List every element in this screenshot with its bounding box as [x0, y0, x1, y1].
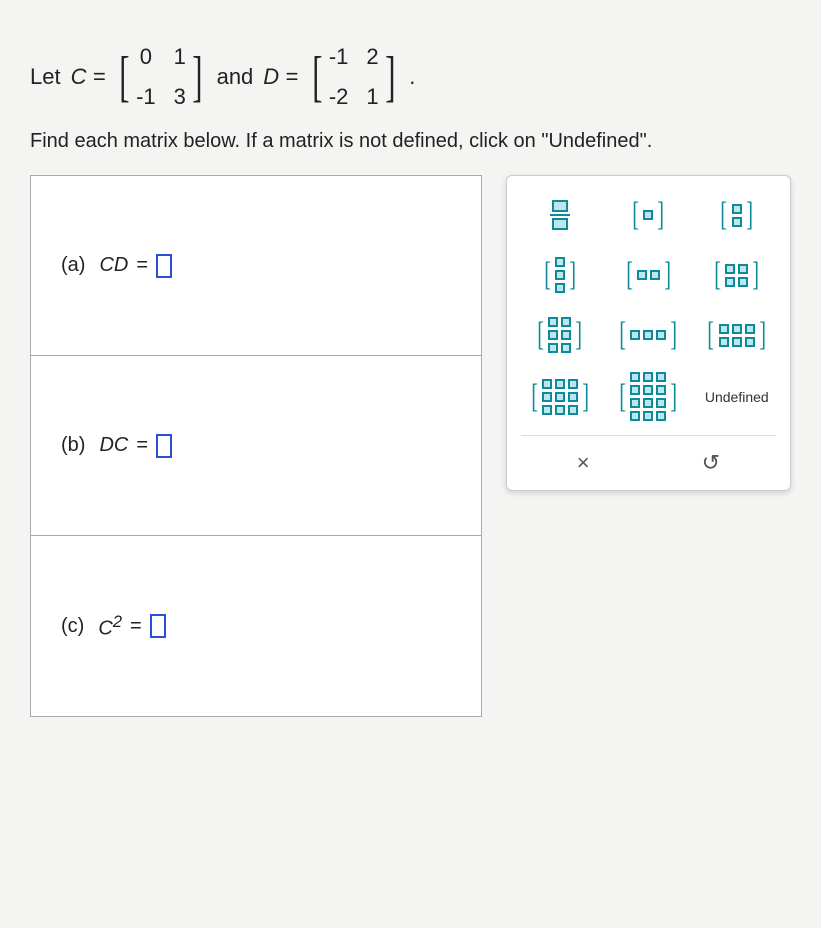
d-equals: D =	[263, 64, 298, 90]
fraction-icon[interactable]	[530, 192, 590, 238]
undefined-button[interactable]: Undefined	[705, 374, 769, 420]
matrix-2x1-icon[interactable]: []	[707, 192, 767, 238]
part-b: (b) DC =	[31, 356, 481, 536]
c-equals: C =	[71, 64, 106, 90]
matrix-4x3-icon[interactable]: []	[617, 372, 680, 421]
answer-input-b[interactable]	[156, 434, 172, 458]
and-text: and	[217, 64, 254, 90]
answer-input-c[interactable]	[150, 614, 166, 638]
matrix-1x2-icon[interactable]: []	[618, 252, 678, 298]
matrix-1x1-icon[interactable]: []	[618, 192, 678, 238]
part-b-expr: DC	[99, 434, 128, 457]
matrix-1x3-icon[interactable]: []	[617, 312, 680, 358]
instruction-text: Find each matrix below. If a matrix is n…	[30, 130, 791, 153]
let-text: Let	[30, 64, 61, 90]
matrix-2x3-icon[interactable]: []	[705, 312, 768, 358]
part-c-expr: C2	[98, 612, 122, 641]
matrix-3x3-icon[interactable]: []	[529, 374, 592, 420]
period: .	[409, 64, 415, 90]
matrix-d: [ -12 -21 ]	[308, 40, 399, 114]
close-icon[interactable]: ×	[557, 446, 610, 480]
answer-panel: (a) CD = (b) DC = (c) C2 =	[30, 175, 482, 717]
answer-input-a[interactable]	[156, 254, 172, 278]
matrix-2x2-icon[interactable]: []	[707, 252, 767, 298]
part-c: (c) C2 =	[31, 536, 481, 716]
matrix-c: [ 01 -13 ]	[115, 40, 206, 114]
problem-definition: Let C = [ 01 -13 ] and D = [ -12 -21 ] .	[30, 40, 791, 114]
reset-icon[interactable]: ↺	[682, 446, 740, 480]
matrix-3x2-icon[interactable]: []	[530, 312, 590, 358]
part-a-label: (a)	[61, 254, 85, 277]
part-a-expr: CD	[99, 254, 128, 277]
part-b-label: (b)	[61, 434, 85, 457]
equals-sign: =	[130, 615, 142, 638]
part-c-label: (c)	[61, 615, 84, 638]
equals-sign: =	[136, 434, 148, 457]
input-palette: [] [] [] [] [] [] [] []	[506, 175, 791, 491]
equals-sign: =	[136, 254, 148, 277]
part-a: (a) CD =	[31, 176, 481, 356]
matrix-3x1-icon[interactable]: []	[530, 252, 590, 298]
